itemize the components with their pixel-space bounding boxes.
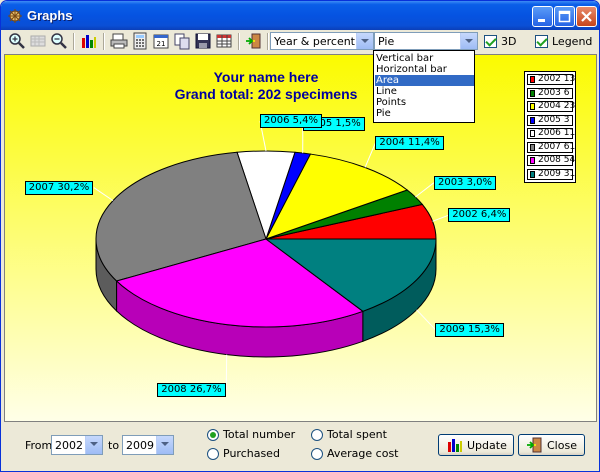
from-label: From	[25, 439, 53, 452]
minimize-button[interactable]	[532, 6, 553, 27]
close-icon	[581, 11, 592, 22]
total-spent-label: Total spent	[327, 428, 387, 441]
pie-label-2003: 2003 3,0%	[433, 175, 497, 190]
3d-label: 3D	[501, 35, 517, 48]
legend-text: 2006 11	[538, 128, 576, 138]
average-cost-label: Average cost	[327, 447, 399, 460]
dropdown-option[interactable]: Line	[375, 86, 474, 97]
from-year-value: 2002	[55, 439, 83, 452]
legend-item-2003: 2003 6	[527, 87, 573, 99]
legend-swatch	[530, 103, 535, 110]
close-window-button[interactable]	[576, 6, 597, 27]
legend-label: Legend	[552, 35, 593, 48]
chart-legend: 2002 13 2003 6 2004 23 2005 3 2006 11 2007 61…	[524, 71, 576, 183]
legend-item-2006: 2006 11	[527, 128, 576, 139]
print-icon[interactable]	[110, 32, 128, 50]
pie-label-2004: 2004 11,4%	[375, 136, 444, 151]
copy-icon[interactable]	[173, 32, 191, 50]
toolbar: 21 Year & percent Pie 3D Legend	[5, 31, 597, 53]
chevron-down-icon[interactable]	[460, 33, 477, 49]
legend-swatch	[530, 130, 535, 137]
pie-label-2007: 2007 30,2%	[24, 180, 94, 195]
purchased-label: Purchased	[223, 447, 280, 460]
exit-door-icon[interactable]	[245, 32, 263, 50]
pie-label-2009: 2009 15,3%	[435, 322, 504, 337]
bottom-panel: From 2002 to 2009 Total number Purchased…	[1, 423, 599, 471]
graphs-window: Graphs 21 Year & percent Pie 3D Legend Y…	[0, 0, 600, 472]
to-label: to	[108, 439, 120, 452]
calculator-icon[interactable]	[131, 32, 149, 50]
legend-swatch	[530, 157, 535, 164]
dropdown-option[interactable]: Vertical bar	[375, 53, 474, 64]
update-button[interactable]: Update	[438, 434, 514, 456]
dropdown-option-selected[interactable]: Area	[375, 75, 474, 86]
total-number-radio[interactable]	[207, 429, 219, 441]
maximize-icon	[558, 10, 571, 23]
total-number-label: Total number	[223, 428, 296, 441]
chart-subtitle: Grand total: 202 specimens	[174, 86, 358, 102]
legend-swatch	[530, 116, 535, 124]
zoom-out-icon[interactable]	[50, 32, 68, 50]
legend-swatch	[530, 170, 535, 178]
bar-chart-icon[interactable]	[80, 32, 98, 50]
minimize-icon	[538, 19, 545, 22]
dropdown-option[interactable]: Horizontal bar	[375, 64, 474, 75]
legend-swatch	[530, 143, 535, 151]
chevron-down-icon[interactable]	[156, 436, 173, 454]
legend-text: 2003 6	[538, 87, 570, 98]
legend-item-2004: 2004 23	[527, 101, 576, 112]
legend-item-2005: 2005 3	[527, 114, 573, 126]
legend-swatch	[530, 76, 535, 83]
pie-label-2008: 2008 26,7%	[157, 382, 226, 397]
exit-door-icon	[527, 437, 542, 453]
to-year-value: 2009	[126, 439, 154, 452]
legend-item-2007: 2007 61	[527, 141, 576, 153]
zoom-in-icon[interactable]	[8, 32, 26, 50]
bar-chart-icon	[448, 439, 462, 452]
save-icon[interactable]	[194, 32, 212, 50]
legend-text: 2008 54	[538, 155, 576, 165]
legend-text: 2002 13	[538, 74, 576, 84]
legend-item-2002: 2002 13	[527, 74, 576, 85]
average-cost-radio[interactable]	[311, 448, 323, 460]
dropdown-option[interactable]: Pie	[375, 108, 474, 119]
to-year-select[interactable]: 2009	[122, 435, 174, 455]
chart-canvas	[4, 54, 597, 422]
maximize-button[interactable]	[554, 6, 575, 27]
legend-text: 2005 3	[538, 114, 570, 125]
app-icon	[8, 9, 22, 23]
legend-item-2008: 2008 54	[527, 155, 576, 166]
total-spent-radio[interactable]	[311, 429, 323, 441]
chart-title: Your name here	[213, 69, 319, 85]
pie-label-2006: 2006 5,4%	[260, 114, 323, 128]
table-icon[interactable]	[215, 32, 233, 50]
title-bar[interactable]: Graphs	[1, 1, 599, 30]
from-year-select[interactable]: 2002	[51, 435, 103, 455]
window-title: Graphs	[27, 8, 73, 23]
chevron-down-icon[interactable]	[356, 33, 373, 49]
chevron-down-icon[interactable]	[85, 436, 102, 454]
chart-type-value: Pie	[378, 35, 395, 48]
value-mode-value: Year & percent	[274, 35, 355, 48]
dropdown-option[interactable]: Points	[375, 97, 474, 108]
close-label: Close	[547, 439, 577, 452]
legend-swatch	[530, 89, 535, 97]
3d-checkbox[interactable]	[484, 35, 497, 48]
calendar-icon[interactable]: 21	[152, 32, 170, 50]
close-button[interactable]: Close	[518, 434, 585, 456]
legend-text: 2007 61	[538, 141, 576, 152]
pie-label-2002: 2002 6,4%	[448, 208, 511, 223]
purchased-radio[interactable]	[207, 448, 219, 460]
legend-checkbox[interactable]	[535, 35, 548, 48]
chart-type-select[interactable]: Pie	[374, 32, 478, 50]
update-label: Update	[467, 439, 507, 452]
chart-type-dropdown: Vertical bar Horizontal bar Area Line Po…	[373, 50, 475, 123]
value-mode-select[interactable]: Year & percent	[270, 32, 374, 50]
svg-text:21: 21	[157, 40, 166, 48]
legend-item-2009: 2009 31	[527, 168, 576, 180]
grid-disabled-icon	[30, 35, 46, 47]
legend-text: 2004 23	[538, 101, 576, 111]
legend-text: 2009 31	[538, 168, 576, 179]
